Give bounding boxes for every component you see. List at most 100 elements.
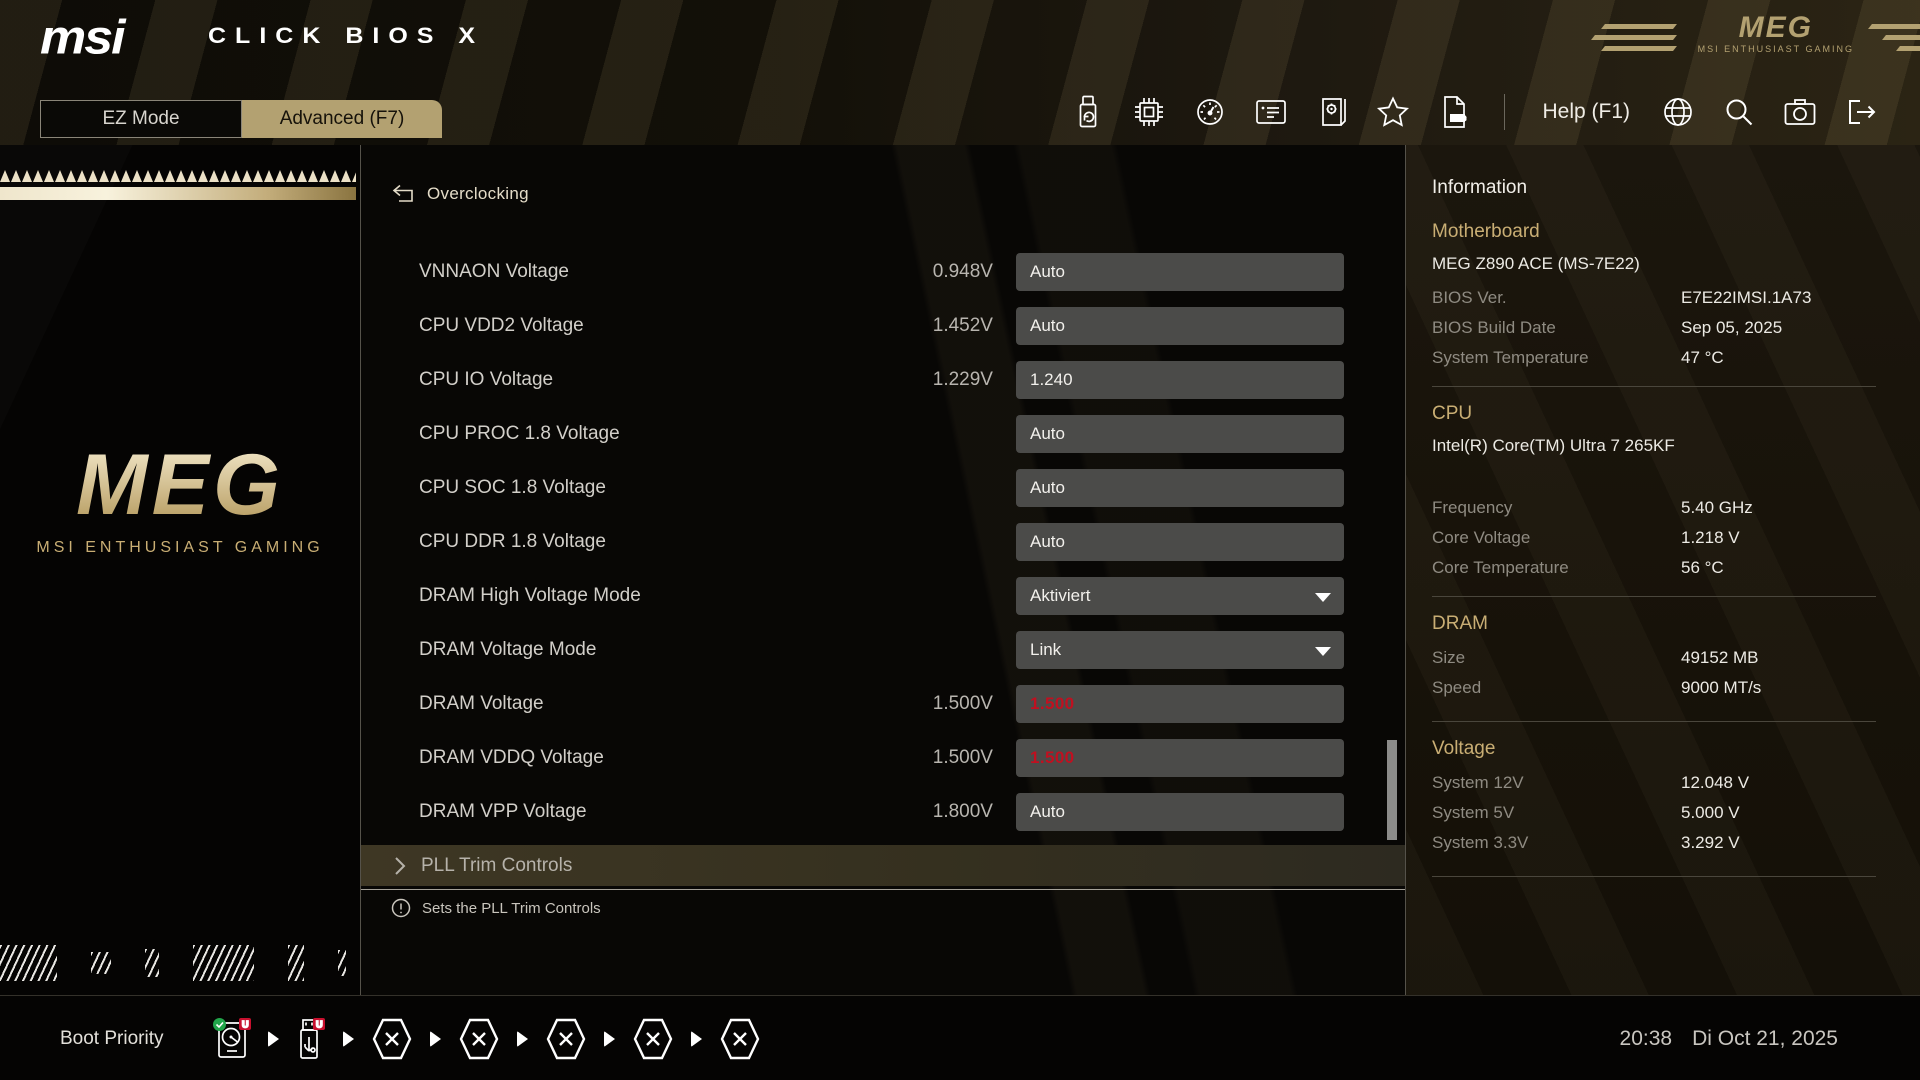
info-row: Size 49152 MB <box>1432 643 1876 673</box>
info-rows: Size 49152 MB Speed 9000 MT/s <box>1432 643 1876 703</box>
cpu-icon[interactable] <box>1132 92 1166 132</box>
boot-device-empty-icon[interactable] <box>631 1016 675 1062</box>
arrow-right-icon <box>604 1031 615 1047</box>
meg-watermark-subtitle: MSI ENTHUSIAST GAMING <box>0 539 360 557</box>
info-value: Sep 05, 2025 <box>1681 318 1782 338</box>
search-icon[interactable] <box>1722 92 1756 132</box>
settings-panel: Overclocking VNNAON Voltage 0.948V Auto … <box>361 145 1405 995</box>
divider <box>1432 386 1876 387</box>
info-row: Frequency 5.40 GHz <box>1432 493 1876 523</box>
language-globe-icon[interactable] <box>1661 92 1695 132</box>
setting-value-field[interactable]: 1.240 <box>1016 361 1344 399</box>
breadcrumb[interactable]: Overclocking <box>391 183 529 205</box>
info-section-subtitle: MEG Z890 ACE (MS-7E22) <box>1432 251 1876 277</box>
boot-device-usb-icon[interactable]: U <box>295 1017 327 1061</box>
info-row: BIOS Ver. E7E22IMSI.1A73 <box>1432 283 1876 313</box>
bios-screen: msi CLICK BIOS X EZ Mode Advanced (F7) <box>0 0 1920 1080</box>
log-file-icon[interactable]: LOG <box>1437 92 1471 132</box>
setting-value-field[interactable]: Auto <box>1016 307 1344 345</box>
info-row: System 12V 12.048 V <box>1432 768 1876 798</box>
meg-watermark: MEG MSI ENTHUSIAST GAMING <box>0 445 360 557</box>
info-row: Speed 9000 MT/s <box>1432 673 1876 703</box>
setting-value-field[interactable]: Auto <box>1016 415 1344 453</box>
left-sidebar: MEG MSI ENTHUSIAST GAMING <box>0 145 361 995</box>
favorites-star-icon[interactable] <box>1376 92 1410 132</box>
setting-value-field[interactable]: Auto <box>1016 253 1344 291</box>
toolbar-separator <box>1504 94 1505 130</box>
setting-current-reading: 1.452V <box>933 315 993 337</box>
setting-value: Auto <box>1030 262 1065 282</box>
boot-device-empty-icon[interactable] <box>457 1016 501 1062</box>
setting-current-reading: 1.500V <box>933 693 993 715</box>
info-section: Voltage System 12V 12.048 V System 5V 5.… <box>1432 736 1876 877</box>
back-icon <box>391 183 415 205</box>
info-key: Core Temperature <box>1432 558 1681 578</box>
setting-value-field[interactable]: Auto <box>1016 523 1344 561</box>
info-section: Motherboard MEG Z890 ACE (MS-7E22) BIOS … <box>1432 219 1876 387</box>
help-button[interactable]: Help (F1) <box>1542 100 1630 124</box>
divider <box>361 889 1405 890</box>
info-key: Core Voltage <box>1432 528 1681 548</box>
info-row: Core Voltage 1.218 V <box>1432 523 1876 553</box>
scrollbar-thumb[interactable] <box>1387 740 1397 840</box>
setting-row: CPU IO Voltage 1.229V 1.240 <box>361 353 1405 407</box>
screenshot-camera-icon[interactable] <box>1783 92 1817 132</box>
info-rows: System 12V 12.048 V System 5V 5.000 V Sy… <box>1432 768 1876 858</box>
mode-tabs: EZ Mode Advanced (F7) <box>40 100 442 138</box>
boot-device-empty-icon[interactable] <box>370 1016 414 1062</box>
setting-value-field[interactable]: 1.500 <box>1016 685 1344 723</box>
setting-value-field[interactable]: Link <box>1016 631 1344 669</box>
info-panel-title: Information <box>1432 175 1876 201</box>
setting-value-field[interactable]: Auto <box>1016 469 1344 507</box>
boot-device-empty-icon[interactable] <box>718 1016 762 1062</box>
setting-row: DRAM Voltage Mode Link <box>361 623 1405 677</box>
setting-label: CPU IO Voltage <box>419 369 553 391</box>
boot-device-hdd-icon[interactable]: U <box>212 1017 252 1061</box>
setting-value-field[interactable]: 1.500 <box>1016 739 1344 777</box>
setting-row: CPU DDR 1.8 Voltage Auto <box>361 515 1405 569</box>
info-key: BIOS Ver. <box>1432 288 1681 308</box>
setting-label: CPU DDR 1.8 Voltage <box>419 531 606 553</box>
item-help-text: Sets the PLL Trim Controls <box>391 898 601 918</box>
divider <box>1432 876 1876 877</box>
content-area: MEG MSI ENTHUSIAST GAMING Overclocking V… <box>0 145 1920 995</box>
info-key: System Temperature <box>1432 348 1681 368</box>
memo-icon[interactable] <box>1254 92 1288 132</box>
setting-value-field[interactable]: Auto <box>1016 793 1344 831</box>
info-rows: Frequency 5.40 GHz Core Voltage 1.218 V … <box>1432 493 1876 583</box>
info-section: CPU Intel(R) Core(TM) Ultra 7 265KF Freq… <box>1432 401 1876 597</box>
setting-current-reading: 1.800V <box>933 801 993 823</box>
info-key: BIOS Build Date <box>1432 318 1681 338</box>
arrow-right-icon <box>691 1031 702 1047</box>
meg-logo: MEG MSI ENTHUSIAST GAMING <box>1698 14 1854 54</box>
clock: 20:38 Di Oct 21, 2025 <box>1620 1027 1838 1051</box>
info-key: System 3.3V <box>1432 833 1681 853</box>
help-text: Sets the PLL Trim Controls <box>422 900 601 917</box>
arrow-right-icon <box>268 1031 279 1047</box>
info-section-heading: CPU <box>1432 401 1876 427</box>
exit-icon[interactable] <box>1844 92 1878 132</box>
tab-ez-mode[interactable]: EZ Mode <box>40 100 242 138</box>
tab-advanced[interactable]: Advanced (F7) <box>242 100 442 138</box>
setting-row: CPU VDD2 Voltage 1.452V Auto <box>361 299 1405 353</box>
decor-stripes-left <box>1603 24 1675 51</box>
boot-device-empty-icon[interactable] <box>544 1016 588 1062</box>
setting-current-reading: 1.229V <box>933 369 993 391</box>
hardware-monitor-icon[interactable] <box>1193 92 1227 132</box>
setting-label: CPU PROC 1.8 Voltage <box>419 423 620 445</box>
divider <box>1432 721 1876 722</box>
info-key: Speed <box>1432 678 1681 698</box>
info-section-heading: DRAM <box>1432 611 1876 637</box>
setting-label: VNNAON Voltage <box>419 261 569 283</box>
m-flash-icon[interactable] <box>1071 92 1105 132</box>
oc-profile-icon[interactable] <box>1315 92 1349 132</box>
setting-value-field[interactable]: Aktiviert <box>1016 577 1344 615</box>
chevron-right-icon <box>393 856 407 876</box>
submenu-pll-trim-controls[interactable]: PLL Trim Controls <box>361 845 1405 886</box>
info-key: System 12V <box>1432 773 1681 793</box>
setting-row: DRAM Voltage 1.500V 1.500 <box>361 677 1405 731</box>
info-value: 5.40 GHz <box>1681 498 1753 518</box>
info-value: 5.000 V <box>1681 803 1740 823</box>
msi-logo: msi <box>40 10 124 65</box>
info-key: System 5V <box>1432 803 1681 823</box>
